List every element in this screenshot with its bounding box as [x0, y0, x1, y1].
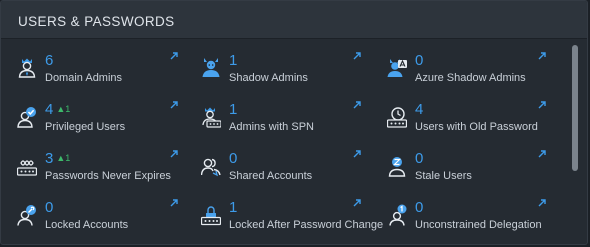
open-arrow-icon[interactable]	[169, 100, 179, 110]
tile-count: 0	[415, 52, 424, 69]
tile-count: 0	[45, 199, 54, 216]
tile-label: Shared Accounts	[229, 170, 313, 182]
tile-label: Shadow Admins	[229, 72, 308, 84]
tile-label: Stale Users	[415, 170, 472, 182]
tile-admins-with-spn[interactable]: 1 Admins with SPN	[201, 100, 381, 146]
tile-count: 4	[415, 101, 424, 118]
tile-privileged-users[interactable]: 4 ▲1 Privileged Users	[17, 100, 197, 146]
trend-up-badge: ▲1	[56, 153, 71, 163]
shadow-admin-icon	[202, 58, 220, 77]
tile-count: 1	[229, 101, 238, 118]
open-arrow-icon[interactable]	[169, 51, 179, 61]
open-arrow-icon[interactable]	[169, 149, 179, 159]
tile-count: 0	[415, 150, 424, 167]
open-arrow-icon[interactable]	[352, 100, 362, 110]
tile-count: 6	[45, 52, 54, 69]
locked-after-password-change-icon	[201, 206, 221, 226]
tile-count: 3 ▲1	[45, 150, 71, 167]
tile-locked-accounts[interactable]: 0 Locked Accounts	[17, 198, 197, 244]
open-arrow-icon[interactable]	[537, 149, 547, 159]
tile-label: Passwords Never Expires	[45, 170, 171, 182]
tile-shared-accounts[interactable]: 0 Shared Accounts	[201, 149, 381, 195]
tile-count: 0	[415, 199, 424, 216]
old-password-icon	[387, 107, 407, 128]
trend-up-badge: ▲1	[56, 104, 71, 114]
tile-shadow-admins[interactable]: 1 Shadow Admins	[201, 51, 381, 97]
scrollbar-thumb[interactable]	[572, 45, 578, 171]
open-arrow-icon[interactable]	[537, 100, 547, 110]
open-arrow-icon[interactable]	[352, 149, 362, 159]
tile-count: 4 ▲1	[45, 101, 71, 118]
tile-label: Users with Old Password	[415, 121, 538, 133]
tile-stale-users[interactable]: 0 Stale Users	[387, 149, 567, 195]
open-arrow-icon[interactable]	[352, 198, 362, 208]
tile-domain-admins[interactable]: 6 Domain Admins	[17, 51, 197, 97]
open-arrow-icon[interactable]	[537, 198, 547, 208]
panel-title: USERS & PASSWORDS	[1, 1, 587, 39]
unconstrained-delegation-icon	[389, 204, 407, 226]
tile-count: 1	[229, 52, 238, 69]
tile-count: 0	[229, 150, 238, 167]
open-arrow-icon[interactable]	[537, 51, 547, 61]
open-arrow-icon[interactable]	[352, 51, 362, 61]
password-never-expires-icon	[17, 160, 37, 176]
tile-label: Locked After Password Change	[229, 219, 384, 231]
tile-label: Unconstrained Delegation	[415, 219, 542, 231]
tile-label: Azure Shadow Admins	[415, 72, 526, 84]
tile-passwords-never-expires[interactable]: 3 ▲1 Passwords Never Expires	[17, 149, 197, 195]
stale-user-icon	[388, 157, 406, 177]
tile-locked-after-password-change[interactable]: 1 Locked After Password Change	[201, 198, 384, 244]
tile-count: 1	[229, 199, 238, 216]
tile-azure-shadow-admins[interactable]: 0 Azure Shadow Admins	[387, 51, 567, 97]
azure-admin-icon	[387, 59, 407, 77]
admin-spn-icon	[202, 107, 221, 128]
tile-label: Privileged Users	[45, 121, 126, 133]
locked-account-icon	[17, 205, 36, 226]
open-arrow-icon[interactable]	[169, 198, 179, 208]
tile-label: Domain Admins	[45, 72, 123, 84]
domain-admin-icon	[18, 58, 36, 78]
tile-label: Admins with SPN	[229, 121, 314, 133]
tile-unconstrained-delegation[interactable]: 0 Unconstrained Delegation	[387, 198, 567, 244]
shared-accounts-icon	[201, 158, 221, 177]
tile-label: Locked Accounts	[45, 219, 129, 231]
users-passwords-panel: USERS & PASSWORDS 6 Domain Admins 1 Shad…	[0, 0, 588, 245]
tile-users-with-old-password[interactable]: 4 Users with Old Password	[387, 100, 567, 146]
privileged-user-icon	[17, 107, 36, 128]
